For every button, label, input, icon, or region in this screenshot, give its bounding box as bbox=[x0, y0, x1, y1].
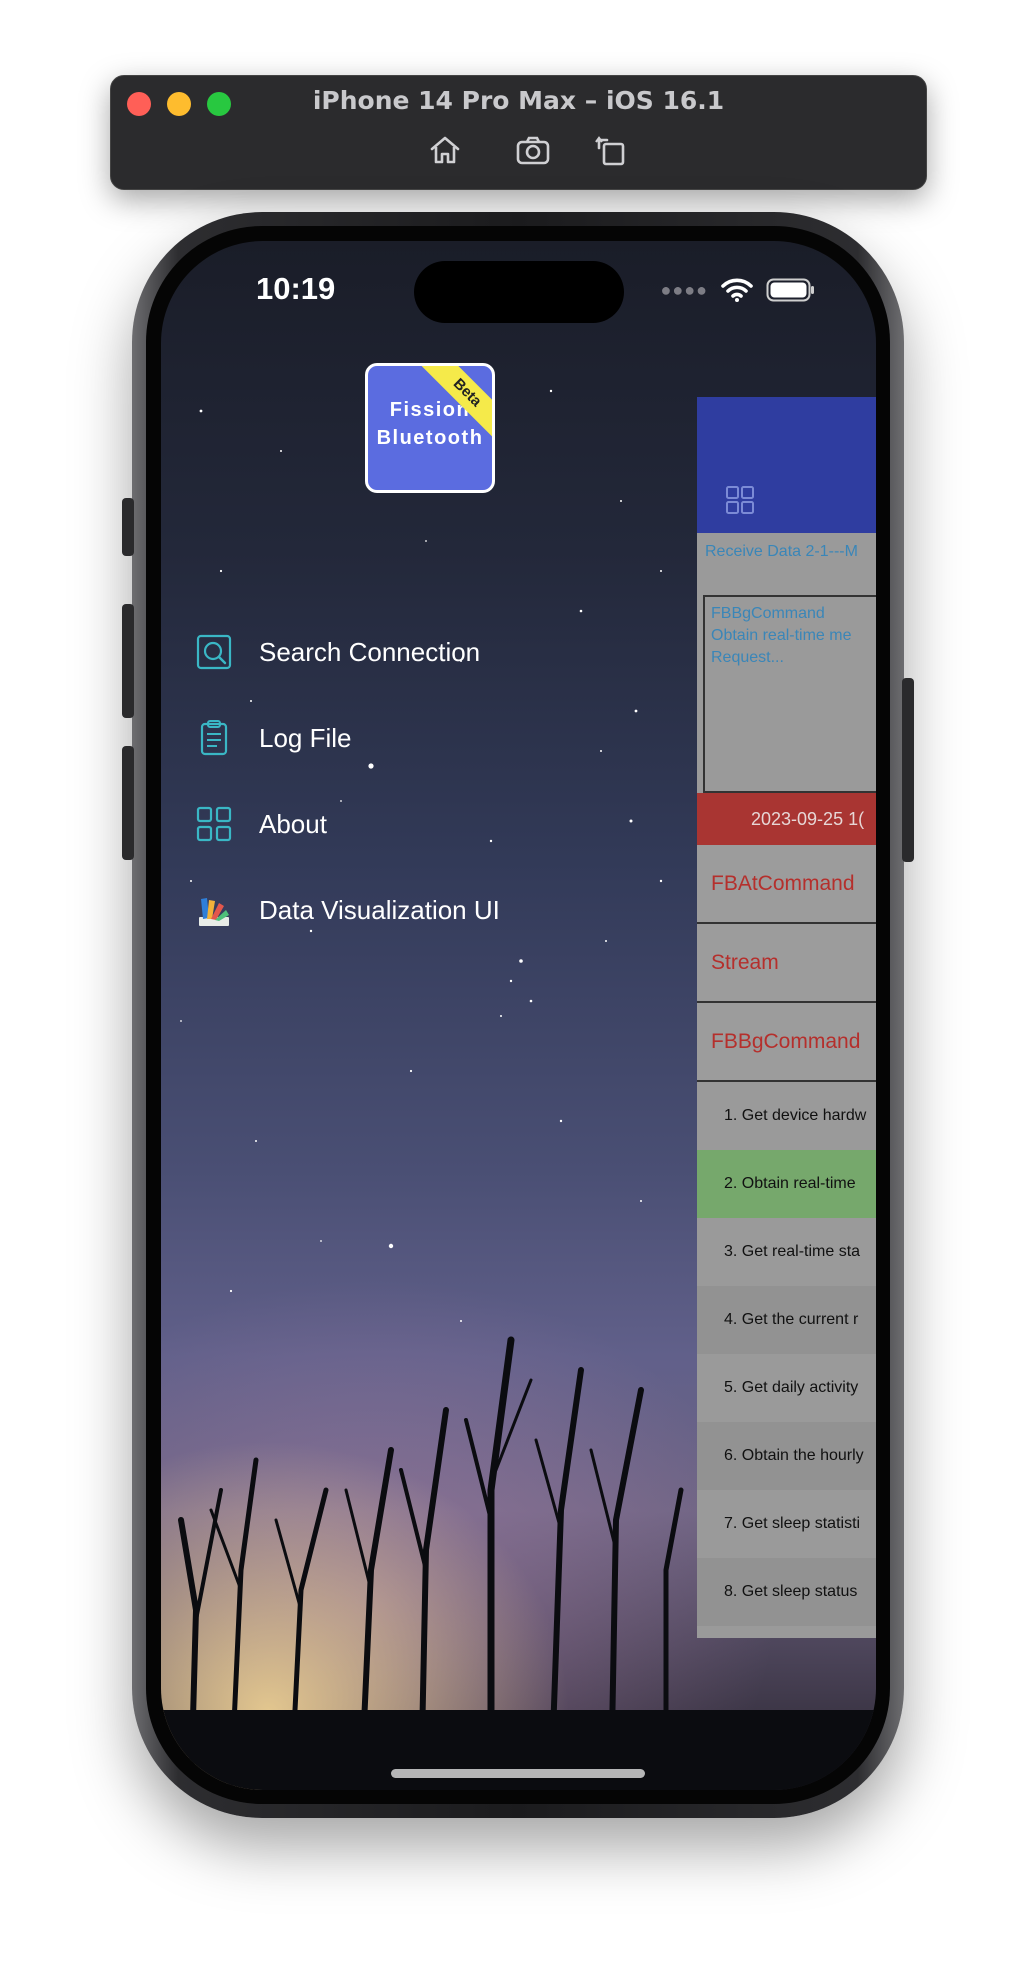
tab-fbatcommand[interactable]: FBAtCommand bbox=[697, 845, 876, 924]
menu-item-log-file[interactable]: Log File bbox=[195, 713, 352, 763]
grid-icon bbox=[196, 806, 232, 842]
volume-down-button bbox=[122, 746, 134, 860]
menu-label: Log File bbox=[259, 722, 352, 753]
command-row-6[interactable]: 6. Obtain the hourly bbox=[697, 1422, 876, 1490]
command-row-5[interactable]: 5. Get daily activity bbox=[697, 1354, 876, 1422]
simulator-window-bar: iPhone 14 Pro Max – iOS 16.1 bbox=[110, 75, 927, 190]
menu-grid-icon[interactable] bbox=[725, 485, 755, 515]
command-log-box[interactable]: FBBgCommand Obtain real-time me Request.… bbox=[703, 595, 876, 793]
signal-dots-icon: ●●●● bbox=[660, 279, 708, 300]
menu-item-search-connection[interactable]: Search Connection bbox=[195, 627, 480, 677]
dynamic-island bbox=[414, 261, 624, 323]
command-log-line: Request... bbox=[711, 649, 784, 666]
power-button bbox=[902, 678, 914, 862]
menu-label: About bbox=[259, 808, 327, 839]
menu-label: Search Connection bbox=[259, 636, 481, 667]
volume-up-button bbox=[122, 604, 134, 718]
clipboard-icon bbox=[200, 720, 228, 756]
swatch-icon bbox=[199, 898, 229, 926]
home-indicator[interactable] bbox=[391, 1769, 645, 1778]
command-row-2[interactable]: 2. Obtain real-time bbox=[697, 1150, 876, 1218]
tab-fbbgcommand[interactable]: FBBgCommand bbox=[697, 1003, 876, 1082]
mute-switch bbox=[122, 498, 134, 556]
command-row-8[interactable]: 8. Get sleep status bbox=[697, 1558, 876, 1626]
battery-icon bbox=[766, 278, 814, 302]
status-time: 10:19 bbox=[256, 271, 336, 306]
tab-stream[interactable]: Stream bbox=[697, 924, 876, 1003]
main-content-panel[interactable]: Receive Data 2-1---M FBBgCommand Obtain … bbox=[697, 397, 876, 1638]
panel-header bbox=[697, 397, 876, 533]
command-row-1[interactable]: 1. Get device hardw bbox=[697, 1082, 876, 1150]
screenshot-icon[interactable] bbox=[515, 132, 551, 168]
command-row-4[interactable]: 4. Get the current r bbox=[697, 1286, 876, 1354]
date-bar: 2023-09-25 1( bbox=[697, 793, 876, 845]
home-icon[interactable] bbox=[427, 132, 463, 168]
simulator-title: iPhone 14 Pro Max – iOS 16.1 bbox=[312, 86, 725, 115]
receive-data-label: Receive Data 2-1---M bbox=[705, 543, 858, 560]
command-row-7[interactable]: 7. Get sleep statisti bbox=[697, 1490, 876, 1558]
menu-label: Data Visualization UI bbox=[259, 894, 500, 925]
menu-item-about[interactable]: About bbox=[195, 799, 327, 849]
command-log-line: Obtain real-time me bbox=[711, 627, 852, 644]
search-connection-icon bbox=[196, 634, 232, 670]
app-logo: Fission Bluetooth Beta bbox=[365, 363, 495, 493]
menu-item-data-visualization[interactable]: Data Visualization UI bbox=[195, 885, 500, 935]
rotate-icon[interactable] bbox=[593, 132, 629, 168]
wifi-icon bbox=[721, 278, 753, 302]
phone-screen: 10:19 ●●●● Fission Bluetooth Beta Search bbox=[161, 241, 876, 1790]
command-row-3[interactable]: 3. Get real-time sta bbox=[697, 1218, 876, 1286]
command-log-line: FBBgCommand bbox=[711, 605, 825, 622]
logo-text-line2: Bluetooth bbox=[376, 427, 484, 449]
